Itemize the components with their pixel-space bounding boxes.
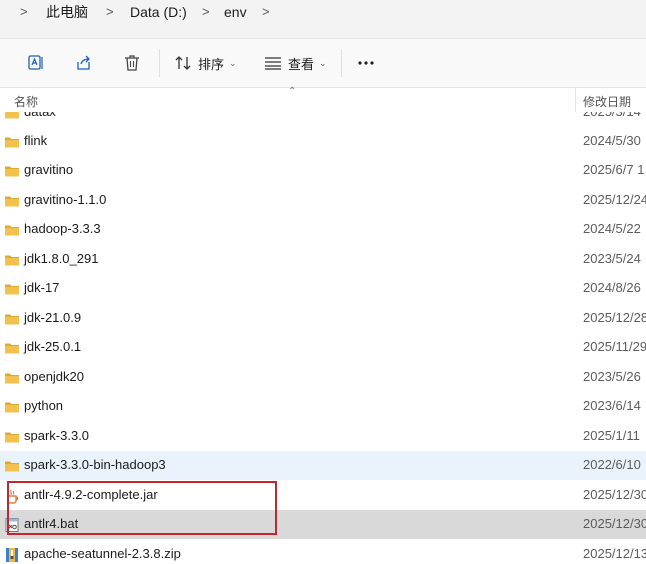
file-modified-date: 2025/12/30: [583, 516, 646, 531]
file-name: spark-3.3.0-bin-hadoop3: [24, 457, 166, 472]
file-row[interactable]: jdk-21.0.9 2025/12/28: [0, 304, 646, 333]
file-modified-date: 2025/1/11: [583, 428, 640, 443]
file-modified-date: 2024/5/30: [583, 133, 641, 148]
file-modified-date: 2025/6/7 1: [583, 162, 645, 177]
file-row[interactable]: openjdk20 2023/5/26: [0, 363, 646, 392]
folder-icon: [4, 340, 20, 356]
folder-icon: [4, 134, 20, 150]
rename-button[interactable]: [26, 51, 46, 75]
chevron-down-icon: ⌄: [319, 57, 327, 68]
file-name: flink: [24, 133, 48, 148]
file-modified-date: 2025/11/29: [583, 339, 646, 354]
chevron-right-icon: >: [106, 4, 114, 19]
file-name: openjdk20: [24, 369, 84, 384]
breadcrumb: > 此电脑 > Data (D:) > env >: [0, 0, 646, 39]
file-name: gravitino-1.1.0: [24, 192, 107, 207]
share-button[interactable]: [74, 51, 94, 75]
folder-icon: [4, 429, 20, 445]
folder-icon: [4, 112, 20, 121]
folder-icon: [4, 370, 20, 386]
column-header-date[interactable]: 修改日期: [583, 93, 631, 110]
java-jar-icon: [4, 488, 20, 504]
file-modified-date: 2025/3/14: [583, 112, 641, 119]
file-modified-date: 2025/12/28: [583, 310, 646, 325]
file-name: jdk-21.0.9: [24, 310, 82, 325]
file-modified-date: 2022/6/10: [583, 457, 641, 472]
column-resize-handle[interactable]: [575, 88, 576, 112]
file-modified-date: 2024/8/26: [583, 280, 641, 295]
chevron-right-icon[interactable]: >: [262, 4, 270, 20]
file-row[interactable]: hadoop-3.3.3 2024/5/22: [0, 215, 646, 244]
file-modified-date: 2023/5/24: [583, 251, 641, 266]
file-row[interactable]: datax 2025/3/14: [0, 112, 646, 127]
file-name: jdk-25.0.1: [24, 339, 82, 354]
folder-icon: [4, 399, 20, 415]
file-modified-date: 2023/5/26: [583, 369, 641, 384]
toolbar-divider: [159, 49, 160, 77]
file-modified-date: 2023/6/14: [583, 398, 641, 413]
file-row[interactable]: gravitino 2025/6/7 1: [0, 156, 646, 185]
more-icon: [358, 61, 374, 65]
share-icon: [77, 55, 90, 70]
folder-icon: [4, 222, 20, 238]
sort-ascending-icon: ⌃: [288, 86, 297, 97]
file-name: gravitino: [24, 162, 74, 177]
folder-icon: [4, 163, 20, 179]
file-list: datax 2025/3/14 flink 2024/5/30 gravitino 202…: [0, 112, 646, 564]
file-row[interactable]: flink 2024/5/30: [0, 127, 646, 156]
view-label: 查看: [288, 56, 315, 72]
file-row[interactable]: jdk-25.0.1 2025/11/29: [0, 333, 646, 362]
file-name: hadoop-3.3.3: [24, 221, 101, 236]
file-row[interactable]: antlr4.bat 2025/12/30: [0, 510, 646, 539]
toolbar-divider: [341, 49, 342, 77]
file-modified-date: 2025/12/24: [583, 192, 646, 207]
file-modified-date: 2024/5/22: [583, 221, 641, 236]
file-row[interactable]: spark-3.3.0 2025/1/11: [0, 422, 646, 451]
folder-icon: [4, 311, 20, 327]
chevron-right-icon: >: [20, 4, 28, 19]
view-list-icon: [265, 57, 281, 70]
folder-icon: [4, 458, 20, 474]
file-name: jdk-17: [24, 280, 60, 295]
file-row[interactable]: spark-3.3.0-bin-hadoop3 2022/6/10: [0, 451, 646, 480]
folder-icon: [4, 252, 20, 268]
file-name: jdk1.8.0_291: [24, 251, 99, 266]
sort-button[interactable]: 排序 ⌄: [174, 51, 237, 75]
trash-icon: [125, 55, 139, 71]
file-name: spark-3.3.0: [24, 428, 90, 443]
view-button[interactable]: 查看 ⌄: [264, 51, 327, 75]
file-explorer-window: > 此电脑 > Data (D:) > env > 排序 ⌄ 查看 ⌄ ⌃ 名称…: [0, 0, 646, 564]
file-row[interactable]: python 2023/6/14: [0, 392, 646, 421]
folder-icon: [4, 193, 20, 209]
batch-file-icon: [4, 517, 20, 533]
sort-icon: [175, 56, 191, 70]
file-name: python: [24, 398, 64, 413]
file-name: antlr-4.9.2-complete.jar: [24, 487, 158, 502]
file-row[interactable]: antlr-4.9.2-complete.jar 2025/12/30: [0, 481, 646, 510]
folder-icon: [4, 281, 20, 297]
file-row[interactable]: jdk1.8.0_291 2023/5/24: [0, 245, 646, 274]
file-name: datax: [24, 112, 56, 119]
file-row[interactable]: gravitino-1.1.0 2025/12/24: [0, 186, 646, 215]
file-name: antlr4.bat: [24, 516, 79, 531]
delete-button[interactable]: [122, 51, 142, 75]
chevron-down-icon: ⌄: [229, 57, 237, 68]
more-options-button[interactable]: [356, 51, 376, 75]
breadcrumb-item-this-pc[interactable]: 此电脑: [46, 4, 88, 20]
file-row[interactable]: jdk-17 2024/8/26: [0, 274, 646, 303]
breadcrumb-item-env[interactable]: env: [224, 4, 247, 20]
breadcrumb-item-drive[interactable]: Data (D:): [130, 4, 187, 20]
column-header: ⌃ 名称 修改日期: [0, 86, 646, 112]
chevron-right-icon: >: [202, 4, 210, 19]
command-bar: 排序 ⌄ 查看 ⌄: [0, 39, 646, 88]
column-header-name[interactable]: 名称: [14, 93, 38, 110]
zip-archive-icon: [4, 547, 20, 563]
file-row[interactable]: apache-seatunnel-2.3.8.zip 2025/12/13: [0, 540, 646, 564]
rename-icon: [28, 55, 43, 70]
file-name: apache-seatunnel-2.3.8.zip: [24, 546, 181, 561]
sort-label: 排序: [198, 56, 225, 72]
file-modified-date: 2025/12/30: [583, 487, 646, 502]
file-modified-date: 2025/12/13: [583, 546, 646, 561]
